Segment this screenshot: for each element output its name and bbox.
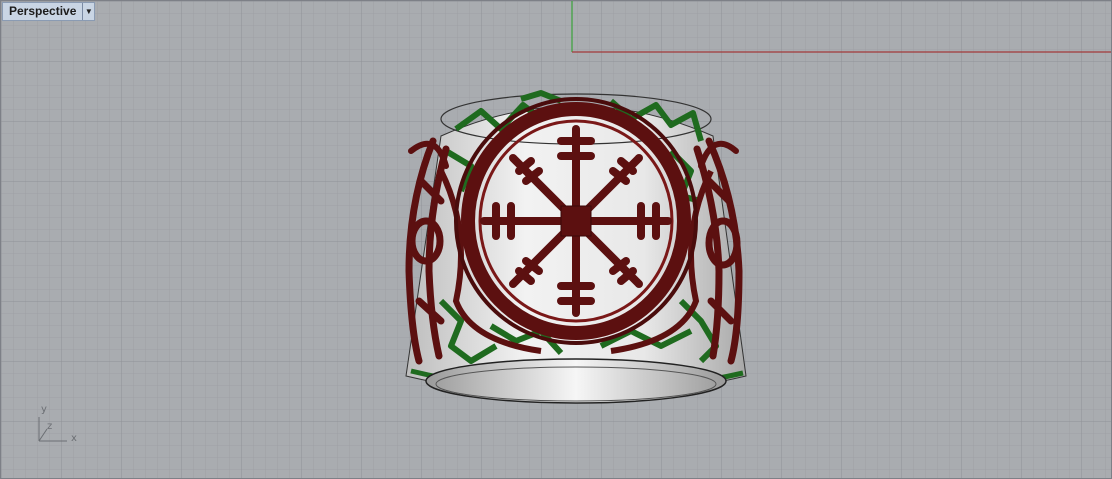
viewport-title-tab[interactable]: Perspective ▼ [2, 2, 96, 21]
helm-center-knot [560, 205, 592, 237]
viewport-title[interactable]: Perspective [3, 3, 82, 20]
perspective-viewport[interactable]: Perspective ▼ y x z [0, 0, 1112, 479]
triangle-down-icon: ▼ [84, 6, 93, 16]
viewport-scene[interactable] [1, 1, 1112, 479]
axis-z-label: z [47, 421, 53, 432]
ring-model[interactable] [405, 90, 747, 404]
viewport-menu-button[interactable]: ▼ [82, 3, 94, 20]
ring-inner-opening [425, 358, 727, 404]
axis-x-label: x [71, 433, 77, 444]
axis-y-label: y [41, 404, 47, 415]
